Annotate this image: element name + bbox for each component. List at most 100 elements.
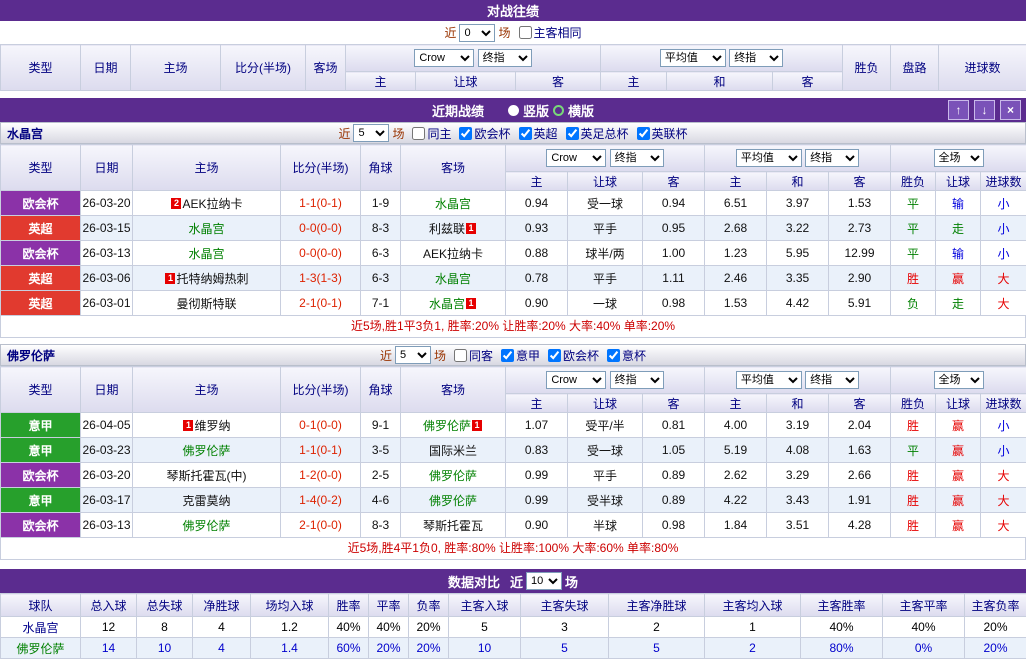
home-team: 水晶宫 xyxy=(133,241,281,266)
radio-vertical-label[interactable]: 竖版 xyxy=(523,101,549,120)
league-checkbox[interactable] xyxy=(548,349,561,362)
league-filter-option[interactable]: 欧会杯 xyxy=(454,125,510,142)
euro-draw-odds: 3.35 xyxy=(767,266,829,291)
euro-away-odds: 5.91 xyxy=(829,291,891,316)
goals-cell: 大 xyxy=(981,463,1026,488)
handicap-cell: 平手 xyxy=(568,216,643,241)
compare-value: 0% xyxy=(883,638,965,659)
panelB-count-select[interactable]: 5 xyxy=(395,346,431,364)
same-away-option[interactable]: 同客 xyxy=(449,347,493,364)
same-away-checkbox[interactable] xyxy=(454,349,467,362)
compare-row: 佛罗伦萨 14 10 4 1.4 60% 20% 20% 10 5 5 2 80… xyxy=(1,638,1026,659)
match-row: 英超 26-03-15 水晶宫 0-0(0-0) 8-3 利兹联1 0.93 平… xyxy=(1,216,1026,241)
league-filter-option[interactable]: 欧会杯 xyxy=(543,347,599,364)
league-checkbox[interactable] xyxy=(607,349,620,362)
date-cell: 26-03-01 xyxy=(81,291,133,316)
cover-cell: 输 xyxy=(936,241,981,266)
final-euro-odds-select[interactable]: 终指 xyxy=(805,149,859,167)
final-euro-odds-select[interactable]: 终指 xyxy=(729,49,783,67)
league-filter-option[interactable]: 英联杯 xyxy=(632,125,688,142)
same-home-away-checkbox[interactable] xyxy=(519,26,532,39)
goals-cell: 大 xyxy=(981,291,1026,316)
league-filter-option[interactable]: 意杯 xyxy=(602,347,646,364)
col-type: 类型 xyxy=(1,45,81,91)
date-cell: 26-03-13 xyxy=(81,513,133,538)
league-filter-option[interactable]: 意甲 xyxy=(496,347,540,364)
sub-asia-away: 客 xyxy=(643,172,705,191)
sub-euro-draw: 和 xyxy=(667,72,773,91)
bookmaker-select[interactable]: Crow xyxy=(546,371,606,389)
radio-vertical-selected-icon[interactable] xyxy=(508,105,519,116)
layout-radio-group: 竖版 横版 xyxy=(508,101,594,120)
away-team: 佛罗伦萨1 xyxy=(401,413,506,438)
h2h-count-select[interactable]: 0 xyxy=(459,24,495,42)
avg-odds-select[interactable]: 平均值 xyxy=(736,149,802,167)
match-row: 欧会杯 26-03-20 琴斯托霍瓦(中) 1-2(0-0) 2-5 佛罗伦萨 … xyxy=(1,463,1026,488)
league-checkbox[interactable] xyxy=(637,127,650,140)
compare-count-select[interactable]: 10 xyxy=(526,572,562,590)
league-checkbox[interactable] xyxy=(459,127,472,140)
compare-header-cell: 主客净胜球 xyxy=(609,594,705,617)
final-odds-select[interactable]: 终指 xyxy=(478,49,532,67)
asia-home-odds: 0.90 xyxy=(506,513,568,538)
final-odds-select[interactable]: 终指 xyxy=(610,371,664,389)
league-filter-option[interactable]: 英足总杯 xyxy=(561,125,629,142)
league-checkbox[interactable] xyxy=(519,127,532,140)
scope-select[interactable]: 全场 xyxy=(934,149,984,167)
asia-away-odds: 0.95 xyxy=(643,216,705,241)
games-label: 场 xyxy=(498,24,510,41)
euro-home-odds: 1.84 xyxy=(705,513,767,538)
same-home-option[interactable]: 同主 xyxy=(407,125,451,142)
league-badge: 意甲 xyxy=(1,413,81,438)
away-team: 水晶宫1 xyxy=(401,291,506,316)
asia-odds-group: Crow 终指 xyxy=(506,367,705,394)
league-checkbox[interactable] xyxy=(566,127,579,140)
cover-cell: 赢 xyxy=(936,438,981,463)
same-home-checkbox[interactable] xyxy=(412,127,425,140)
corner-cell: 6-3 xyxy=(361,266,401,291)
asia-home-odds: 0.78 xyxy=(506,266,568,291)
compare-value: 1.2 xyxy=(251,617,329,638)
scroll-up-button[interactable]: ↑ xyxy=(948,100,969,120)
bookmaker-select[interactable]: Crow xyxy=(546,149,606,167)
handicap-cell: 半球 xyxy=(568,513,643,538)
radio-horizontal-icon[interactable] xyxy=(553,105,564,116)
cover-cell: 赢 xyxy=(936,463,981,488)
compare-value: 20% xyxy=(965,638,1026,659)
red-card-badge: 1 xyxy=(165,273,175,284)
home-team: 佛罗伦萨 xyxy=(133,438,281,463)
cover-cell: 走 xyxy=(936,291,981,316)
compare-header-cell: 主客胜率 xyxy=(801,594,883,617)
final-odds-select[interactable]: 终指 xyxy=(610,149,664,167)
compare-header-cell: 平率 xyxy=(369,594,409,617)
goals-cell: 大 xyxy=(981,266,1026,291)
avg-odds-select[interactable]: 平均值 xyxy=(660,49,726,67)
compare-value: 3 xyxy=(521,617,609,638)
scroll-down-button[interactable]: ↓ xyxy=(974,100,995,120)
euro-home-odds: 1.53 xyxy=(705,291,767,316)
corner-cell: 9-1 xyxy=(361,413,401,438)
sub-asia-home: 主 xyxy=(346,72,416,91)
euro-draw-odds: 4.42 xyxy=(767,291,829,316)
asia-odds-group: Crow 终指 xyxy=(346,45,601,72)
bookmaker-select[interactable]: Crow xyxy=(414,49,474,67)
scope-select[interactable]: 全场 xyxy=(934,371,984,389)
avg-odds-select[interactable]: 平均值 xyxy=(736,371,802,389)
radio-horizontal-label[interactable]: 横版 xyxy=(568,101,594,120)
crystal-palace-panel-bar: 水晶宫 近 5 场 同主 欧会杯 英超 英足总杯 英联杯 xyxy=(0,122,1026,144)
compare-header-cell: 主客平率 xyxy=(883,594,965,617)
close-button[interactable]: × xyxy=(1000,100,1021,120)
panelA-count-select[interactable]: 5 xyxy=(353,124,389,142)
corner-cell: 8-3 xyxy=(361,216,401,241)
league-filter-option[interactable]: 英超 xyxy=(514,125,558,142)
goals-cell: 小 xyxy=(981,191,1026,216)
team-name: 水晶宫 xyxy=(7,125,43,142)
match-row: 英超 26-03-06 1托特纳姆热刺 1-3(1-3) 6-3 水晶宫 0.7… xyxy=(1,266,1026,291)
euro-away-odds: 2.90 xyxy=(829,266,891,291)
asia-away-odds: 1.11 xyxy=(643,266,705,291)
final-euro-odds-select[interactable]: 终指 xyxy=(805,371,859,389)
same-home-away-option[interactable]: 主客相同 xyxy=(514,24,582,41)
date-cell: 26-03-23 xyxy=(81,438,133,463)
league-checkbox[interactable] xyxy=(501,349,514,362)
compare-header-cell: 主客均入球 xyxy=(705,594,801,617)
